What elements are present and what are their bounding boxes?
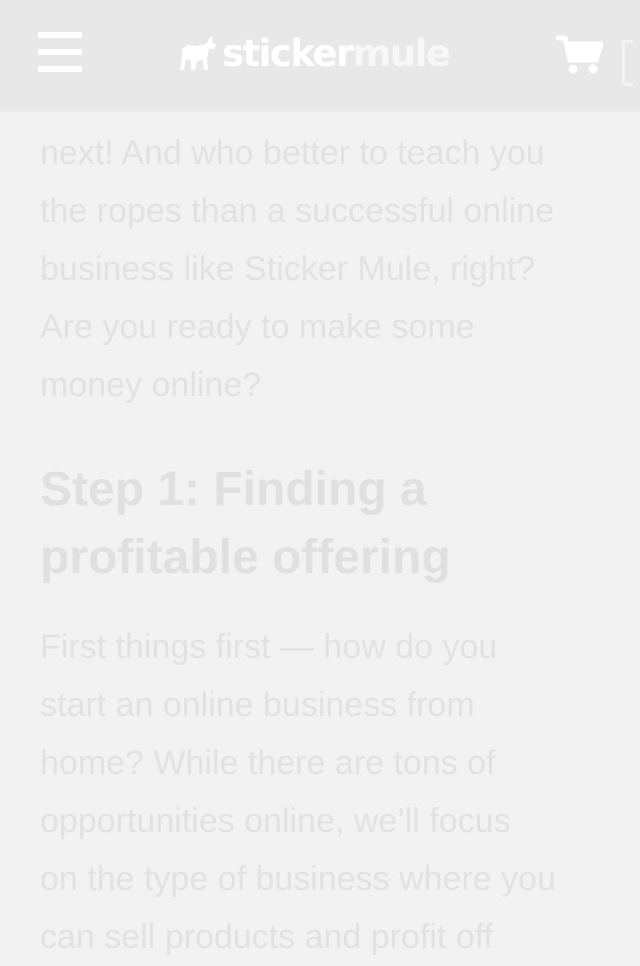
logo-text-secondary: mule [352,31,451,75]
body-line: First things first — how do you [40,628,498,666]
body-line: opportunities online, we’ll focus [40,802,511,840]
logo-text-primary: sticker [222,31,354,75]
intro-line: Are you ready to make some [40,308,475,346]
sticker-mule-logo[interactable]: stickermule [178,28,451,78]
intro-line: money online? [40,366,262,404]
hamburger-menu-icon[interactable] [38,32,82,74]
mule-icon [180,37,216,70]
intro-line: next! And who better to teach you [40,134,545,172]
body-line: on the type of business where you [40,860,556,898]
body-line: home? While there are tons of [40,744,496,782]
intro-line: the ropes than a successful online [40,192,555,230]
top-header: stickermule [0,0,640,110]
intro-line: business like Sticker Mule, right? [40,250,536,288]
body-line: start an online business from [40,686,475,724]
shopping-cart-icon[interactable] [555,34,604,81]
body-line: can sell products and profit off [40,918,493,956]
account-icon-partial[interactable] [622,40,633,86]
section-heading-line: Step 1: Finding a [40,463,427,516]
logo-text: stickermule [222,31,451,75]
section-heading-line: profitable offering [40,531,451,584]
